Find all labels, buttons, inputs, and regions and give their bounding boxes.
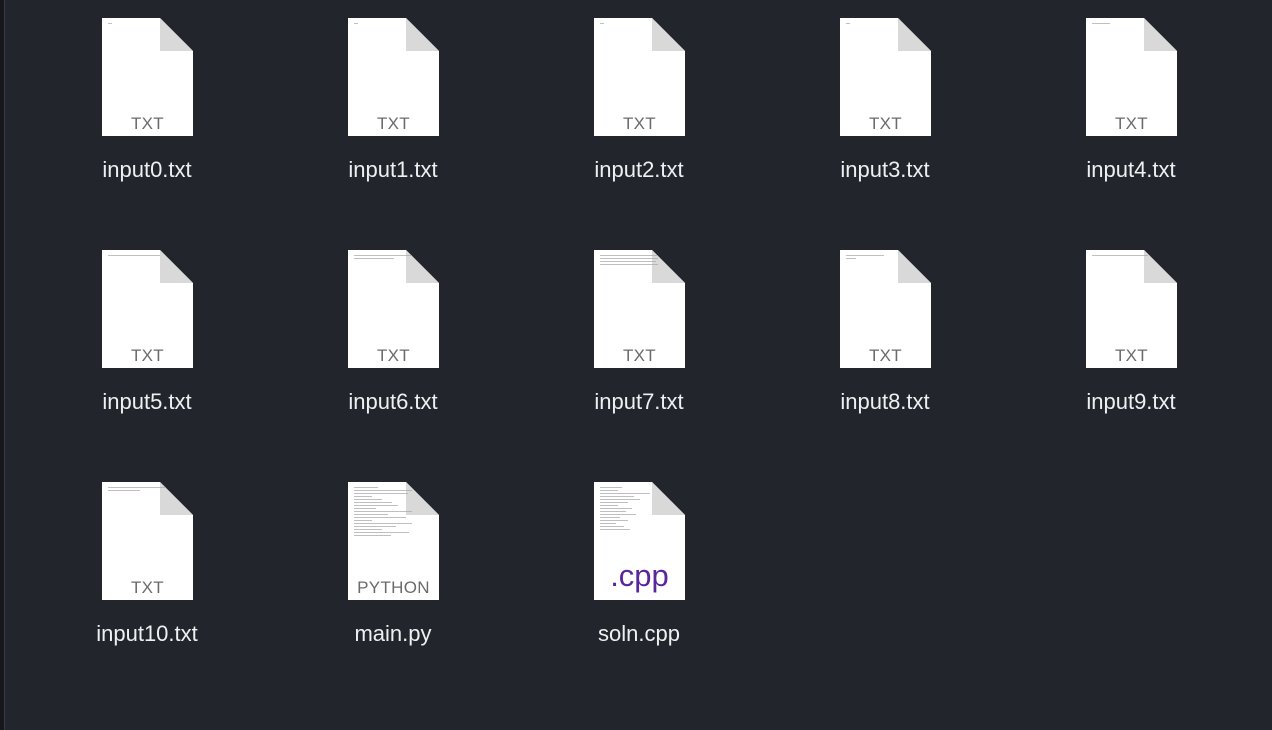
file-type-label: TXT [130,346,164,365]
file-item-soln-cpp[interactable]: .cpp soln.cpp [516,482,762,682]
file-name[interactable]: input1.txt [270,156,516,184]
file-name[interactable]: input6.txt [270,388,516,416]
file-type-label: TXT [376,346,410,365]
file-item-input5[interactable]: TXT input5.txt [24,250,270,450]
file-type-label: TXT [1114,346,1148,365]
text-file-icon: TXT [840,18,931,136]
file-item-input4[interactable]: TXT input4.txt [1008,18,1254,218]
file-item-input0[interactable]: TXT input0.txt [24,18,270,218]
file-item-input9[interactable]: TXT input9.txt [1008,250,1254,450]
file-name[interactable]: input8.txt [762,388,1008,416]
file-item-input7[interactable]: TXT input7.txt [516,250,762,450]
text-file-icon: TXT [348,250,439,368]
file-name[interactable]: input0.txt [24,156,270,184]
file-type-label: TXT [868,346,902,365]
text-file-icon: TXT [1086,250,1177,368]
file-name[interactable]: input10.txt [24,620,270,648]
cpp-file-icon: .cpp [594,482,685,600]
file-name[interactable]: soln.cpp [516,620,762,648]
file-type-label: TXT [1114,114,1148,133]
file-type-label: TXT [622,114,656,133]
text-file-icon: TXT [102,250,193,368]
file-name[interactable]: main.py [270,620,516,648]
file-type-label: TXT [130,114,164,133]
text-file-icon: TXT [594,250,685,368]
text-file-icon: TXT [594,18,685,136]
file-name[interactable]: input4.txt [1008,156,1254,184]
file-name[interactable]: input7.txt [516,388,762,416]
file-name[interactable]: input2.txt [516,156,762,184]
file-type-label: TXT [130,578,164,597]
python-file-icon: PYTHON [348,482,439,600]
file-type-label: TXT [622,346,656,365]
file-name[interactable]: input9.txt [1008,388,1254,416]
file-name[interactable]: input3.txt [762,156,1008,184]
text-file-icon: TXT [102,482,193,600]
text-file-icon: TXT [1086,18,1177,136]
file-type-label: PYTHON [357,578,430,597]
file-item-input1[interactable]: TXT input1.txt [270,18,516,218]
file-item-input3[interactable]: TXT input3.txt [762,18,1008,218]
file-item-input10[interactable]: TXT input10.txt [24,482,270,682]
file-type-label: .cpp [610,558,669,593]
file-item-main-py[interactable]: PYTHON main.py [270,482,516,682]
file-name[interactable]: input5.txt [24,388,270,416]
text-file-icon: TXT [840,250,931,368]
file-item-input6[interactable]: TXT input6.txt [270,250,516,450]
file-type-label: TXT [868,114,902,133]
window-left-edge [0,0,5,730]
text-file-icon: TXT [348,18,439,136]
text-file-icon: TXT [102,18,193,136]
file-item-input2[interactable]: TXT input2.txt [516,18,762,218]
file-item-input8[interactable]: TXT input8.txt [762,250,1008,450]
file-type-label: TXT [376,114,410,133]
